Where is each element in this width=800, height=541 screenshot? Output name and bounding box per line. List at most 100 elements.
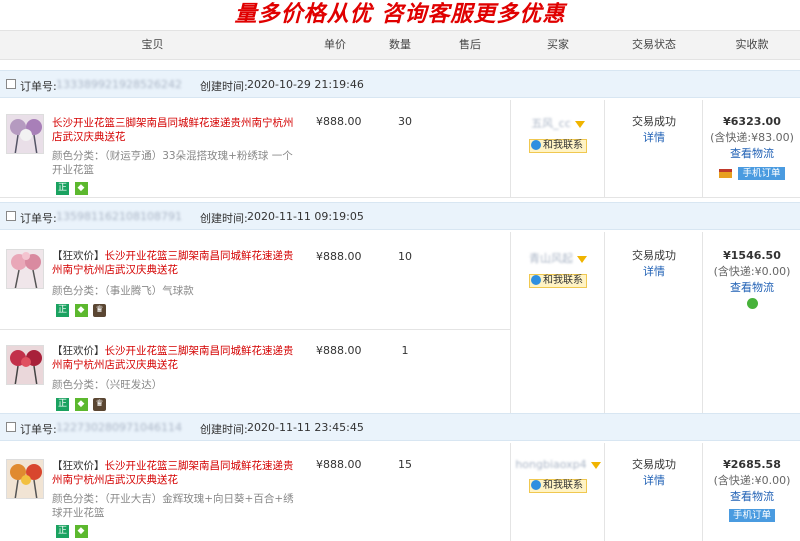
order-no-label: 订单号: [20,423,57,436]
shipping-fee: (含快递:¥0.00) [713,265,791,278]
shield-icon: ◆ [74,182,88,195]
status-cell: 交易成功 详情 [606,457,702,489]
product-sku: 颜色分类：（财运亨通）33朵混搭玫瑰+粉绣球 一个开业花篮 [52,150,293,176]
order-checkbox[interactable] [6,422,16,432]
created-label: 创建时间: [200,212,248,225]
chat-icon [531,275,541,285]
header-paid: 实收款 [735,38,769,51]
detail-link[interactable]: 详情 [606,264,702,280]
card-icon [719,168,733,178]
shield-icon: ◆ [74,304,88,317]
quantity: 30 [398,115,412,128]
logistics-link[interactable]: 查看物流 [704,146,800,162]
product-sku: 颜色分类：（兴旺发达） [52,379,163,391]
genuine-icon: 正 [56,304,69,317]
unit-price: ¥888.00 [316,458,362,471]
quantity: 10 [398,250,412,263]
paid-amount: ¥1546.50 [723,249,781,262]
header-after-sale: 售后 [459,38,481,51]
product-sku: 颜色分类：（开业大吉）金辉玫瑰+向日葵+百合+绣球开业花篮 [52,493,294,519]
mobile-order-badge: 手机订单 [728,509,775,522]
crown-icon: ♛ [93,398,106,411]
contact-button[interactable]: 和我联系 [529,139,587,153]
unit-price: ¥888.00 [316,344,362,357]
paid-cell: ¥2685.58 (含快递:¥0.00) 查看物流 手机订单 [704,457,800,523]
created-time: 2020-10-29 21:19:46 [247,78,364,91]
status-cell: 交易成功 详情 [606,248,702,280]
contact-button[interactable]: 和我联系 [529,479,587,493]
order-checkbox[interactable] [6,211,16,221]
paid-amount: ¥6323.00 [723,115,781,128]
unit-price: ¥888.00 [316,115,362,128]
header-item: 宝贝 [141,38,164,51]
table-row: 长沙开业花篮三脚架南昌同城鲜花速递贵州南宁杭州店武汉庆典送花 颜色分类：（财运亨… [0,100,800,198]
table-row: 【狂欢价】长沙开业花篮三脚架南昌同城鲜花速递贵州南宁杭州店武汉庆典送花 颜色分类… [0,443,800,541]
product-thumbnail[interactable] [6,114,44,154]
paid-amount: ¥2685.58 [723,458,781,471]
quantity: 1 [401,344,409,357]
product-thumbnail[interactable] [6,249,44,289]
order-no-label: 订单号: [20,212,57,225]
service-badges: 正 ◆ ♛ [56,304,108,318]
product-title[interactable]: 【狂欢价】长沙开业花篮三脚架南昌同城鲜花速递贵州南宁杭州店武汉庆典送花 [52,344,302,372]
chat-icon [531,140,541,150]
buyer-cell: hongbiaoxp4 和我联系 [512,458,604,493]
order-header: 订单号: 122730280971046114 创建时间: 2020-11-11… [0,413,800,441]
product-thumbnail[interactable] [6,459,44,499]
product-sku: 颜色分类：（事业腾飞）气球款 [52,285,194,297]
service-badges: 正 ◆ [56,182,90,196]
genuine-icon: 正 [56,182,69,195]
detail-link[interactable]: 详情 [606,130,702,146]
order-header: 订单号: 135981162108108791 创建时间: 2020-11-11… [0,202,800,230]
buyer-name[interactable]: 青山风起 [529,250,573,266]
table-row: 【狂欢价】长沙开业花篮三脚架南昌同城鲜花速递贵州南宁杭州店武汉庆典送花 颜色分类… [0,232,800,418]
mobile-order-badge: 手机订单 [738,167,785,180]
product-title[interactable]: 【狂欢价】长沙开业花篮三脚架南昌同城鲜花速递贵州南宁杭州店武汉庆典送花 [52,459,302,487]
quantity: 15 [398,458,412,471]
contact-button[interactable]: 和我联系 [529,274,587,288]
logistics-link[interactable]: 查看物流 [704,280,800,296]
filter-icon[interactable] [590,461,601,469]
status-cell: 交易成功 详情 [606,114,702,146]
paid-cell: ¥6323.00 (含快递:¥83.00) 查看物流 手机订单 [704,114,800,181]
filter-icon[interactable] [574,120,585,128]
header-status: 交易状态 [632,38,676,51]
shipping-fee: (含快递:¥83.00) [710,131,794,144]
table-header: 宝贝 单价 数量 售后 买家 交易状态 实收款 [0,30,800,60]
chat-icon [531,480,541,490]
header-price: 单价 [324,38,346,51]
product-thumbnail[interactable] [6,345,44,385]
buyer-name[interactable]: 五风_cc [531,115,571,131]
product-title[interactable]: 长沙开业花篮三脚架南昌同城鲜花速递贵州南宁杭州店武汉庆典送花 [52,116,302,144]
service-badges: 正 ◆ [56,525,90,539]
order-status: 交易成功 [632,249,676,262]
order-number: 122730280971046114 [56,421,182,434]
product-title[interactable]: 【狂欢价】长沙开业花篮三脚架南昌同城鲜花速递贵州南宁杭州店武汉庆典送花 [52,249,302,277]
header-buyer: 买家 [547,38,569,51]
unit-price: ¥888.00 [316,250,362,263]
crown-icon: ♛ [93,304,106,317]
created-label: 创建时间: [200,423,248,436]
created-time: 2020-11-11 23:45:45 [247,421,364,434]
order-header: 订单号: 133389921928526242 创建时间: 2020-10-29… [0,70,800,98]
buyer-cell: 五风_cc 和我联系 [512,115,604,153]
genuine-icon: 正 [56,398,69,411]
created-label: 创建时间: [200,80,248,93]
shield-icon: ◆ [74,525,88,538]
promo-banner-text: 量多价格从优 咨询客服更多优惠 [234,2,566,27]
promo-banner: 量多价格从优 咨询客服更多优惠 [0,0,800,30]
order-number: 133389921928526242 [56,78,182,91]
header-qty: 数量 [389,38,411,51]
buyer-cell: 青山风起 和我联系 [512,250,604,288]
order-number: 135981162108108791 [56,210,182,223]
shipping-fee: (含快递:¥0.00) [713,474,791,487]
order-status: 交易成功 [632,115,676,128]
order-checkbox[interactable] [6,79,16,89]
buyer-name[interactable]: hongbiaoxp4 [515,458,586,471]
paid-cell: ¥1546.50 (含快递:¥0.00) 查看物流 [704,248,800,314]
shield-icon: ◆ [74,398,88,411]
filter-icon[interactable] [577,255,587,263]
green-leaf-icon [746,298,758,309]
logistics-link[interactable]: 查看物流 [704,489,800,505]
detail-link[interactable]: 详情 [606,473,702,489]
